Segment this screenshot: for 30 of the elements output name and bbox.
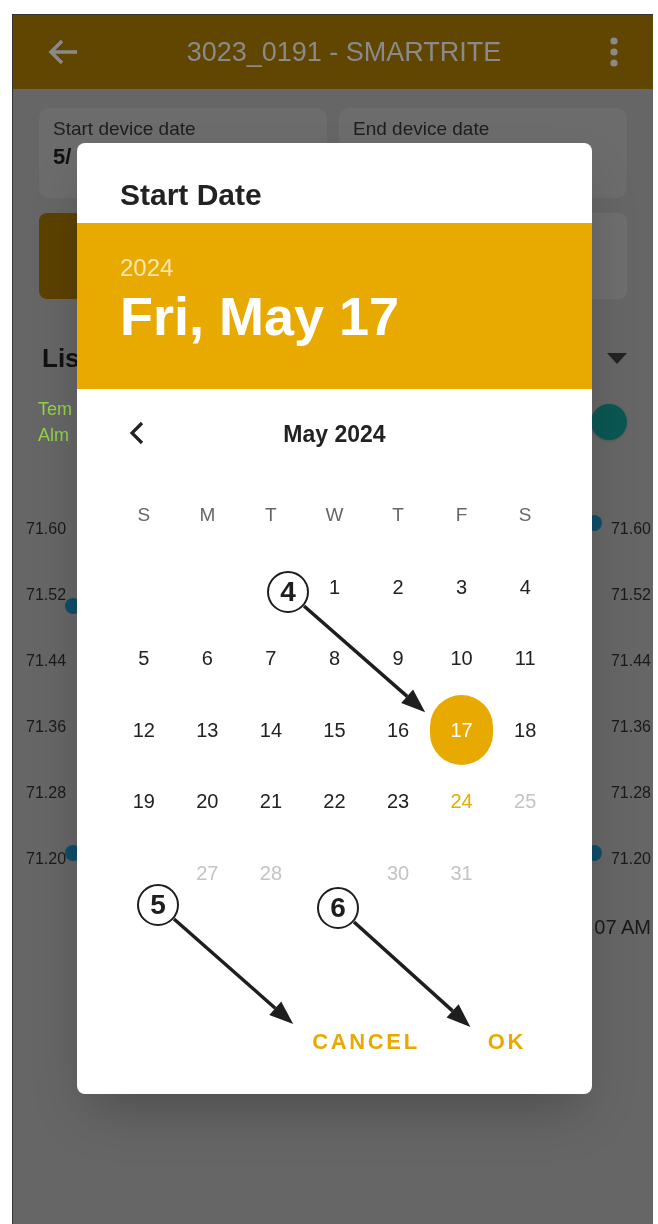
time-label: 07 AM — [594, 916, 651, 938]
weekday-label: F — [455, 502, 468, 527]
axis-label: 71.28 — [610, 783, 651, 803]
axis-label: 71.60 — [610, 519, 651, 539]
axis-label: 71.52 — [610, 585, 651, 605]
axis-label: 71.36 — [26, 717, 67, 737]
axis-label: 71.20 — [26, 849, 67, 869]
weekday-label: T — [392, 502, 404, 527]
weekday-label: S — [518, 502, 532, 527]
legend-label: Tem — [38, 398, 72, 421]
weekday-label: M — [199, 502, 216, 527]
month-label: May 2024 — [283, 420, 386, 449]
section-title: Lis — [42, 342, 80, 375]
weekday-label: T — [265, 502, 277, 527]
axis-label: 71.20 — [610, 849, 651, 869]
weekday-label: S — [137, 502, 151, 527]
legend-label: Alm — [38, 424, 70, 447]
axis-label: 71.36 — [610, 717, 651, 737]
dialog-title: Start Date — [120, 177, 262, 213]
axis-label: 71.44 — [26, 651, 67, 671]
weekday-label: W — [325, 502, 344, 527]
app-title: 3023_0191 - SMARTRITE — [186, 35, 502, 69]
field-label: End device date — [353, 118, 491, 140]
field-label: Start device date — [53, 118, 197, 140]
field-value: 5/ — [53, 143, 73, 171]
axis-label: 71.60 — [26, 519, 67, 539]
selected-date: Fri, May 17 — [120, 285, 401, 348]
axis-label: 71.28 — [26, 783, 67, 803]
axis-label: 71.44 — [610, 651, 651, 671]
axis-label: 71.52 — [26, 585, 67, 605]
